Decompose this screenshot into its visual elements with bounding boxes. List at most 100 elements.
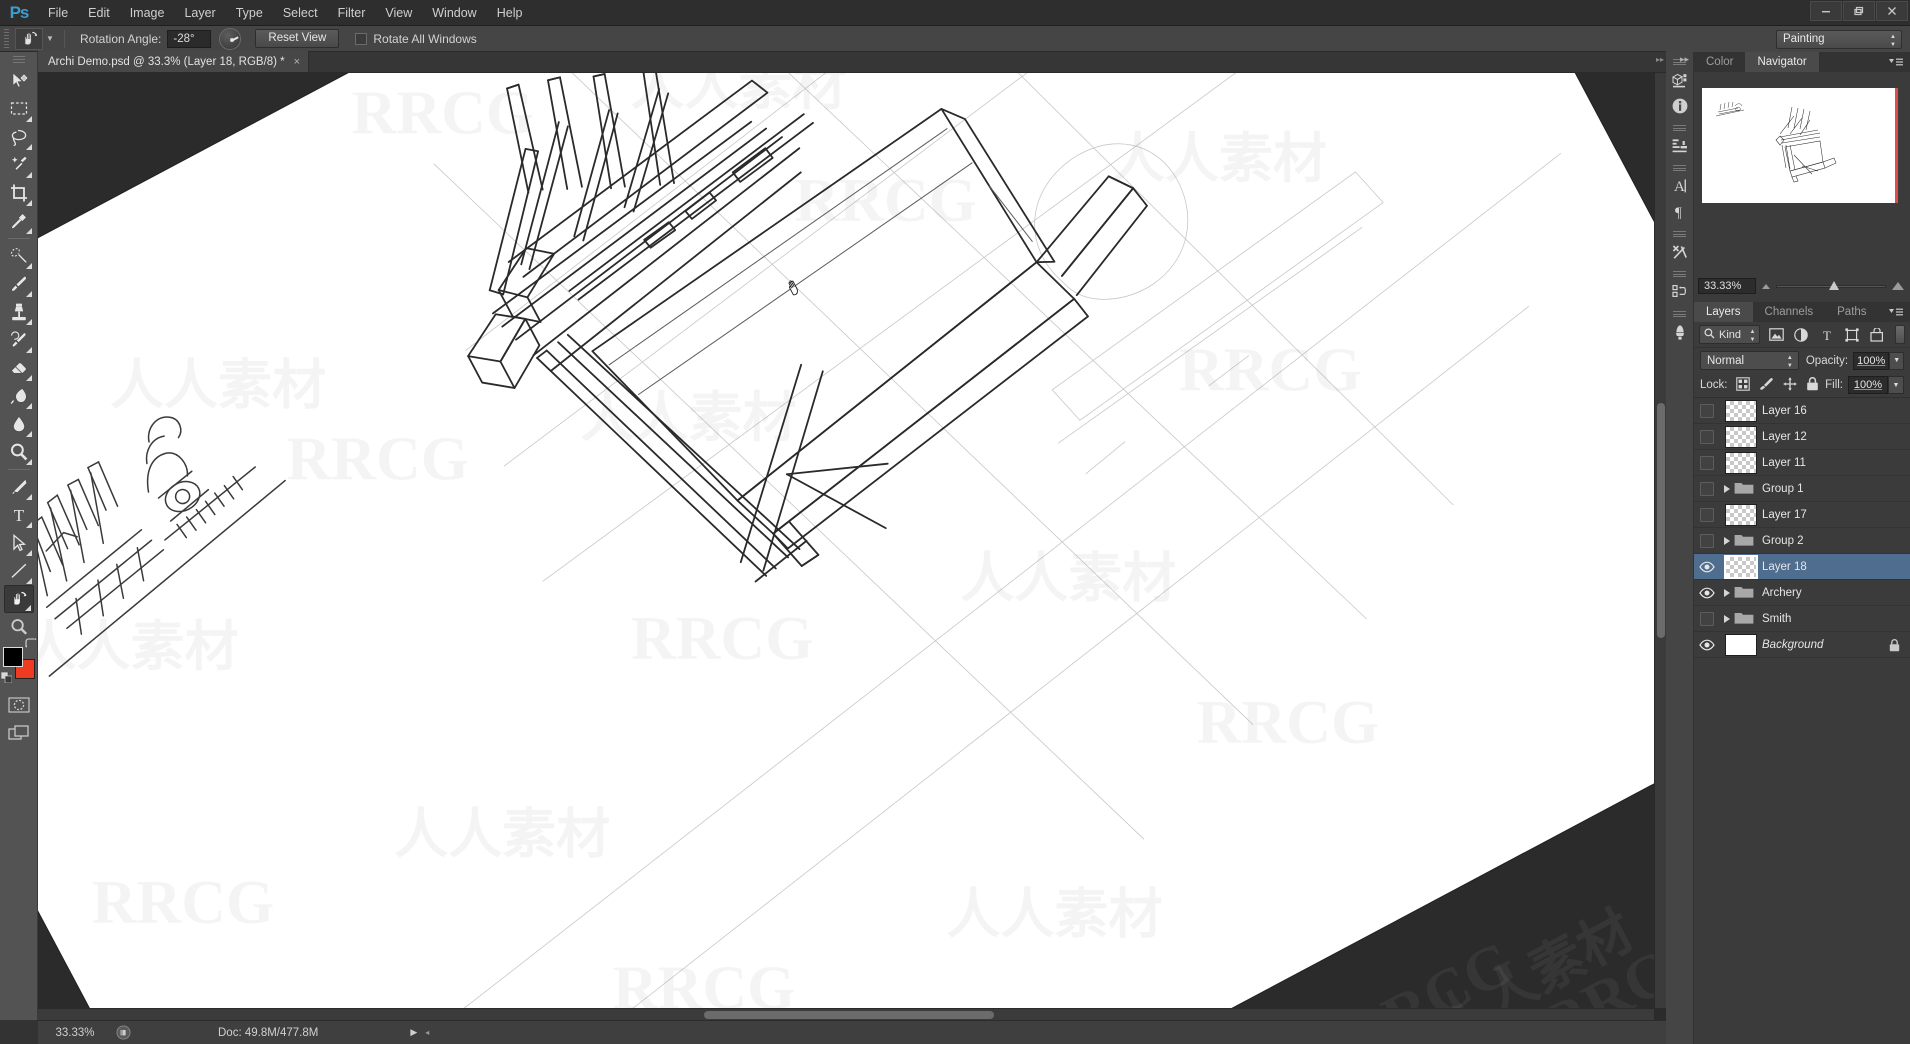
chevron-right-icon[interactable] [1724, 536, 1730, 545]
brush-tool[interactable] [4, 270, 34, 298]
opacity-chevron-down-icon[interactable]: ▼ [1889, 351, 1904, 370]
smart-object-filter-icon[interactable] [1867, 325, 1886, 345]
zoom-out-icon[interactable] [1762, 283, 1770, 289]
layer-visibility-toggle[interactable] [1694, 606, 1720, 632]
rotation-angle-input[interactable]: -28° [167, 29, 212, 48]
default-colors-icon[interactable] [0, 671, 12, 686]
document-icon[interactable] [112, 1025, 134, 1041]
tab-navigator[interactable]: Navigator [1745, 52, 1819, 72]
menu-item-edit[interactable]: Edit [78, 0, 120, 26]
document-tab[interactable]: Archi Demo.psd @ 33.3% (Layer 18, RGB/8)… [38, 51, 310, 72]
adjustment-layer-filter-icon[interactable] [1792, 325, 1811, 345]
canvas-area[interactable]: RRCG 人人素材 RRCG 人人素材 RRCG 人人素材 RRCG 人人素材 … [38, 73, 1666, 1020]
rotation-dial[interactable] [219, 27, 242, 50]
menu-item-type[interactable]: Type [226, 0, 273, 26]
layer-row[interactable]: Smith [1694, 606, 1910, 632]
chevron-right-icon[interactable] [1724, 588, 1730, 597]
layer-row[interactable]: Layer 17 [1694, 502, 1910, 528]
eyedropper-tool[interactable] [4, 207, 34, 235]
layer-row-selected[interactable]: Layer 18 [1694, 554, 1910, 580]
status-zoom-level[interactable]: 33.33% [38, 1027, 112, 1039]
3d-panel-icon[interactable] [1667, 67, 1693, 93]
layer-visibility-toggle[interactable] [1694, 632, 1720, 658]
close-icon[interactable]: × [294, 56, 300, 68]
quick-mask-icon[interactable] [4, 691, 34, 719]
group-expand-cell[interactable] [1720, 528, 1762, 554]
shape-layer-filter-icon[interactable] [1842, 325, 1861, 345]
panel-group-grip[interactable] [1673, 231, 1686, 237]
history-brush-tool[interactable] [4, 326, 34, 354]
clone-stamp-tool[interactable] [4, 298, 34, 326]
layer-name[interactable]: Layer 18 [1762, 561, 1807, 573]
layer-row[interactable]: Background [1694, 632, 1910, 658]
menu-item-help[interactable]: Help [487, 0, 533, 26]
chevron-right-icon[interactable] [1724, 484, 1730, 493]
brush-panel-icon[interactable] [1667, 319, 1693, 345]
tab-layers[interactable]: Layers [1694, 302, 1753, 322]
layer-visibility-toggle[interactable] [1694, 476, 1720, 502]
layer-name[interactable]: Group 2 [1762, 535, 1804, 547]
eraser-tool[interactable] [4, 354, 34, 382]
menu-item-file[interactable]: File [38, 0, 78, 26]
crop-tool[interactable] [4, 179, 34, 207]
panel-group-grip[interactable] [1673, 271, 1686, 277]
magic-wand-tool[interactable] [4, 151, 34, 179]
lock-all-icon[interactable] [1806, 376, 1819, 394]
layer-name[interactable]: Layer 16 [1762, 405, 1807, 417]
zoom-tool[interactable] [4, 613, 34, 641]
paragraph-panel-icon[interactable]: ¶ [1667, 199, 1693, 225]
rotate-view-tool-icon[interactable] [15, 27, 43, 50]
tool-presets-panel-icon[interactable] [1667, 239, 1693, 265]
foreground-color-swatch[interactable] [2, 647, 23, 667]
tool-preset-chevron-down-icon[interactable]: ▼ [43, 28, 57, 50]
swap-colors-icon[interactable] [24, 638, 37, 650]
layer-thumbnail-cell[interactable] [1720, 424, 1762, 450]
layer-name[interactable]: Layer 11 [1762, 457, 1806, 469]
fill-input[interactable]: 100% [1848, 376, 1888, 394]
reset-view-button[interactable]: Reset View [255, 29, 340, 48]
tab-color[interactable]: Color [1694, 52, 1745, 72]
workspace-selector[interactable]: Painting ▲ ▼ [1776, 29, 1902, 49]
rectangular-marquee-tool[interactable] [4, 95, 34, 123]
layer-row[interactable]: Group 2 [1694, 528, 1910, 554]
screen-mode-icon[interactable] [4, 719, 34, 747]
spot-healing-brush-tool[interactable] [4, 242, 34, 270]
layer-name[interactable]: Background [1762, 639, 1823, 651]
menu-item-layer[interactable]: Layer [174, 0, 225, 26]
layer-name[interactable]: Layer 12 [1762, 431, 1807, 443]
layer-name[interactable]: Smith [1762, 613, 1791, 625]
actions-panel-icon[interactable] [1667, 279, 1693, 305]
tab-channels[interactable]: Channels [1753, 302, 1826, 322]
line-tool[interactable] [4, 557, 34, 585]
layer-visibility-toggle[interactable] [1694, 528, 1720, 554]
path-selection-tool[interactable] [4, 529, 34, 557]
layer-filter-kind-select[interactable]: Kind ▲ ▼ [1699, 325, 1761, 344]
menu-item-filter[interactable]: Filter [328, 0, 376, 26]
layer-visibility-toggle[interactable] [1694, 502, 1720, 528]
rotate-all-windows-checkbox[interactable] [355, 32, 368, 45]
navigator-zoom-slider[interactable] [1776, 280, 1886, 290]
tab-overflow-arrows[interactable]: ▸▸ [1656, 55, 1664, 64]
blend-mode-select[interactable]: Normal ▲ ▼ [1700, 351, 1799, 370]
menu-item-image[interactable]: Image [120, 0, 175, 26]
panel-group-grip[interactable] [1673, 165, 1686, 171]
scrollbar-thumb[interactable] [1657, 403, 1665, 638]
type-tool[interactable]: T [4, 501, 34, 529]
slider-knob[interactable] [1828, 280, 1839, 290]
group-expand-cell[interactable] [1720, 476, 1762, 502]
pen-tool[interactable] [4, 473, 34, 501]
layer-row[interactable]: Group 1 [1694, 476, 1910, 502]
panel-group-grip[interactable] [1673, 125, 1686, 131]
layer-row[interactable]: Layer 11 [1694, 450, 1910, 476]
layer-visibility-toggle[interactable] [1694, 580, 1720, 606]
status-resize-arrow[interactable]: ◂ [425, 1028, 429, 1037]
rotate-view-tool[interactable] [3, 585, 34, 613]
close-icon[interactable] [1876, 1, 1908, 21]
tools-panel-grip[interactable] [12, 56, 25, 64]
group-expand-cell[interactable] [1720, 580, 1762, 606]
layer-thumbnail-cell[interactable] [1720, 450, 1762, 476]
gradient-tool[interactable] [4, 382, 34, 410]
lasso-tool[interactable] [4, 123, 34, 151]
pixel-layer-filter-icon[interactable] [1766, 325, 1785, 345]
menu-item-window[interactable]: Window [422, 0, 486, 26]
